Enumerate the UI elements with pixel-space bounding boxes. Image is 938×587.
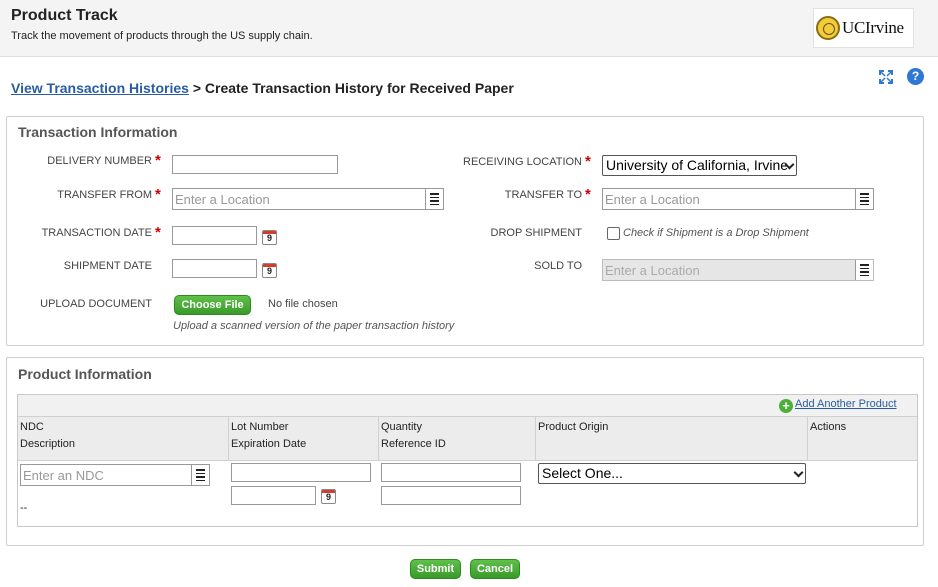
help-icon[interactable]: ? bbox=[907, 68, 924, 85]
column-title: Product Origin bbox=[538, 421, 609, 433]
quantity-input[interactable] bbox=[381, 463, 521, 482]
product-table: + Add Another Product NDC Description Lo… bbox=[17, 394, 918, 527]
drop-shipment-label: DROP SHIPMENT bbox=[490, 227, 582, 239]
breadcrumb-link-transaction-histories[interactable]: View Transaction Histories bbox=[11, 80, 189, 96]
sold-to-placeholder: Enter a Location bbox=[605, 263, 700, 278]
seal-icon bbox=[816, 16, 840, 40]
breadcrumb-separator: > bbox=[192, 80, 201, 96]
transaction-information-panel: Transaction Information DELIVERY NUMBER … bbox=[6, 116, 924, 346]
sold-to-label: SOLD TO bbox=[534, 260, 582, 272]
receiving-location-select[interactable]: University of California, Irvine bbox=[602, 155, 797, 176]
delivery-number-label: DELIVERY NUMBER bbox=[47, 155, 152, 167]
column-title: Actions bbox=[810, 421, 847, 433]
product-description: -- bbox=[20, 502, 28, 514]
column-subtitle: Expiration Date bbox=[231, 438, 307, 450]
submit-button[interactable]: Submit bbox=[410, 559, 461, 579]
transaction-panel-title: Transaction Information bbox=[18, 124, 178, 140]
shipment-date-label: SHIPMENT DATE bbox=[63, 260, 152, 272]
file-status: No file chosen bbox=[268, 298, 338, 310]
transfer-from-label: TRANSFER FROM bbox=[57, 189, 152, 201]
plus-icon: + bbox=[779, 399, 793, 413]
choose-file-button[interactable]: Choose File bbox=[174, 295, 251, 315]
product-origin-select[interactable]: Select One... bbox=[538, 463, 806, 484]
uci-logo: UCIrvine bbox=[813, 8, 914, 48]
column-header-origin: Product Origin bbox=[536, 417, 808, 461]
column-title: Lot Number bbox=[231, 421, 289, 433]
shipment-date-input[interactable] bbox=[172, 259, 257, 278]
required-mark: * bbox=[585, 153, 591, 170]
receiving-location-value: University of California, Irvine bbox=[606, 157, 789, 173]
required-mark: * bbox=[155, 186, 161, 203]
ndc-input[interactable]: Enter an NDC bbox=[20, 464, 210, 486]
add-another-product-link[interactable]: + Add Another Product bbox=[779, 398, 897, 413]
sold-to-input: Enter a Location bbox=[602, 259, 874, 281]
column-header-ndc: NDC Description bbox=[18, 417, 229, 461]
transfer-to-placeholder: Enter a Location bbox=[605, 192, 700, 207]
upload-hint: Upload a scanned version of the paper tr… bbox=[173, 320, 455, 332]
app-header: Product Track Track the movement of prod… bbox=[0, 0, 938, 57]
drop-shipment-checkbox[interactable] bbox=[607, 227, 620, 240]
expand-icon[interactable] bbox=[878, 69, 894, 85]
column-subtitle: Reference ID bbox=[381, 438, 446, 450]
product-table-header: NDC Description Lot Number Expiration Da… bbox=[18, 417, 917, 461]
logo-text: UCIrvine bbox=[842, 18, 904, 37]
transfer-to-label: TRANSFER TO bbox=[504, 189, 582, 201]
chevron-down-icon bbox=[793, 467, 804, 478]
breadcrumb: View Transaction Histories > Create Tran… bbox=[11, 80, 514, 96]
column-header-lot: Lot Number Expiration Date bbox=[229, 417, 379, 461]
required-mark: * bbox=[155, 224, 161, 241]
lot-number-input[interactable] bbox=[231, 463, 371, 482]
calendar-icon[interactable]: 9 bbox=[262, 263, 277, 278]
transfer-from-input[interactable]: Enter a Location bbox=[172, 188, 444, 210]
cancel-button[interactable]: Cancel bbox=[470, 559, 520, 579]
product-information-panel: Product Information + Add Another Produc… bbox=[6, 357, 924, 546]
column-title: Quantity bbox=[381, 421, 422, 433]
reference-id-input[interactable] bbox=[381, 486, 521, 505]
app-subtitle: Track the movement of products through t… bbox=[11, 30, 313, 42]
breadcrumb-current: Create Transaction History for Received … bbox=[204, 80, 514, 96]
transaction-date-label: TRANSACTION DATE bbox=[41, 227, 152, 239]
required-mark: * bbox=[155, 152, 161, 169]
column-title: NDC bbox=[20, 421, 44, 433]
required-mark: * bbox=[585, 186, 591, 203]
calendar-icon[interactable]: 9 bbox=[262, 230, 277, 245]
delivery-number-input[interactable] bbox=[172, 155, 338, 174]
sold-to-list-icon bbox=[855, 260, 873, 280]
transfer-to-list-icon[interactable] bbox=[855, 189, 873, 209]
calendar-icon[interactable]: 9 bbox=[321, 489, 336, 504]
transfer-from-placeholder: Enter a Location bbox=[175, 192, 270, 207]
upload-document-label: UPLOAD DOCUMENT bbox=[40, 298, 152, 310]
column-header-actions: Actions bbox=[808, 417, 919, 461]
product-table-toolbar: + Add Another Product bbox=[18, 395, 917, 417]
transfer-to-input[interactable]: Enter a Location bbox=[602, 188, 874, 210]
expiration-date-input[interactable] bbox=[231, 486, 316, 505]
add-another-product-label: Add Another Product bbox=[795, 398, 897, 410]
ndc-list-icon[interactable] bbox=[191, 465, 209, 485]
product-panel-title: Product Information bbox=[18, 366, 152, 382]
receiving-location-label: RECEIVING LOCATION bbox=[463, 156, 582, 168]
column-subtitle bbox=[810, 436, 917, 453]
ndc-placeholder: Enter an NDC bbox=[23, 468, 104, 483]
column-subtitle bbox=[538, 436, 805, 453]
column-header-quantity: Quantity Reference ID bbox=[379, 417, 536, 461]
transaction-date-input[interactable] bbox=[172, 226, 257, 245]
app-title: Product Track bbox=[11, 7, 118, 24]
product-origin-value: Select One... bbox=[542, 465, 623, 481]
drop-shipment-hint: Check if Shipment is a Drop Shipment bbox=[623, 227, 809, 239]
column-subtitle: Description bbox=[20, 438, 76, 450]
